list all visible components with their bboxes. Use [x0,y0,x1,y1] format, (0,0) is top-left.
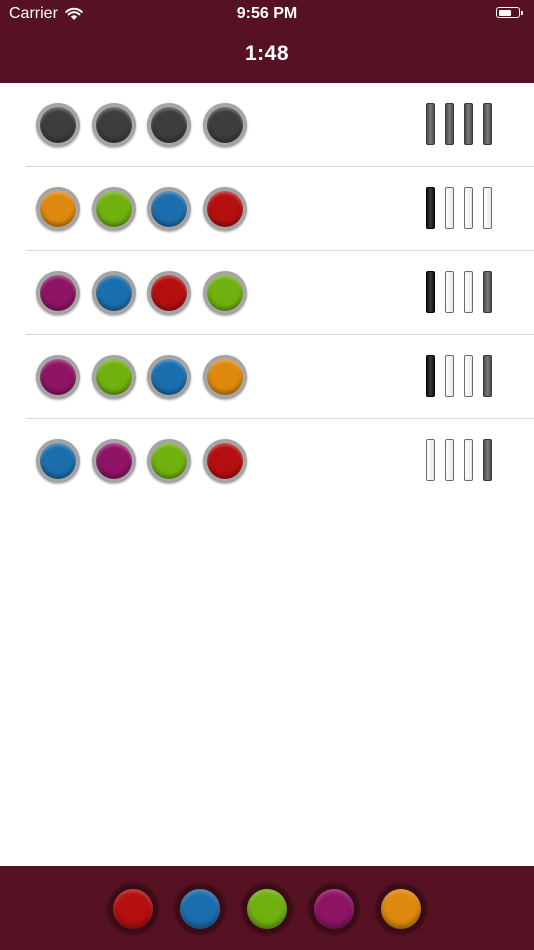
header-bar: Carrier 9:56 PM 1:48 [0,0,534,83]
palette-purple-button[interactable] [309,884,359,934]
peg-blue [147,187,191,231]
feedback-pegs [426,103,506,147]
peg-blue [36,439,80,483]
palette-red-button[interactable] [108,884,158,934]
battery-icon [496,7,523,18]
feedback-white [445,355,454,397]
peg-green [92,355,136,399]
feedback-white [483,187,492,229]
guess-row [26,167,534,251]
peg-red [147,271,191,315]
guess-board [0,83,534,503]
feedback-white [464,439,473,481]
feedback-black [426,355,435,397]
peg-empty[interactable] [203,103,247,147]
peg-purple [92,439,136,483]
feedback-white [445,271,454,313]
guess-row [26,83,534,167]
feedback-black [426,271,435,313]
feedback-pegs [426,355,506,399]
peg-red [203,187,247,231]
peg-blue [92,271,136,315]
feedback-pegs [426,439,506,483]
status-bar: Carrier 9:56 PM [0,0,534,28]
peg-blue [147,355,191,399]
peg-green [203,271,247,315]
feedback-gray [483,103,492,145]
feedback-white [464,271,473,313]
feedback-gray [445,103,454,145]
guess-row [26,419,534,503]
peg-empty[interactable] [92,103,136,147]
peg-green [147,439,191,483]
feedback-white [464,355,473,397]
game-timer: 1:48 [244,42,290,65]
feedback-black [426,187,435,229]
feedback-gray [426,103,435,145]
peg-orange [203,355,247,399]
guess-row [26,251,534,335]
peg-orange [36,187,80,231]
peg-empty[interactable] [147,103,191,147]
palette-blue-button[interactable] [175,884,225,934]
feedback-pegs [426,187,506,231]
status-time: 9:56 PM [236,5,298,22]
peg-red [203,439,247,483]
feedback-gray [483,355,492,397]
feedback-pegs [426,271,506,315]
guess-row [26,335,534,419]
feedback-gray [483,439,492,481]
palette-green-button[interactable] [242,884,292,934]
peg-purple [36,271,80,315]
peg-empty[interactable] [36,103,80,147]
color-palette [0,866,534,950]
feedback-white [464,187,473,229]
feedback-white [445,439,454,481]
peg-green [92,187,136,231]
palette-orange-button[interactable] [376,884,426,934]
feedback-white [445,187,454,229]
feedback-gray [464,103,473,145]
feedback-gray [483,271,492,313]
feedback-white [426,439,435,481]
peg-purple [36,355,80,399]
